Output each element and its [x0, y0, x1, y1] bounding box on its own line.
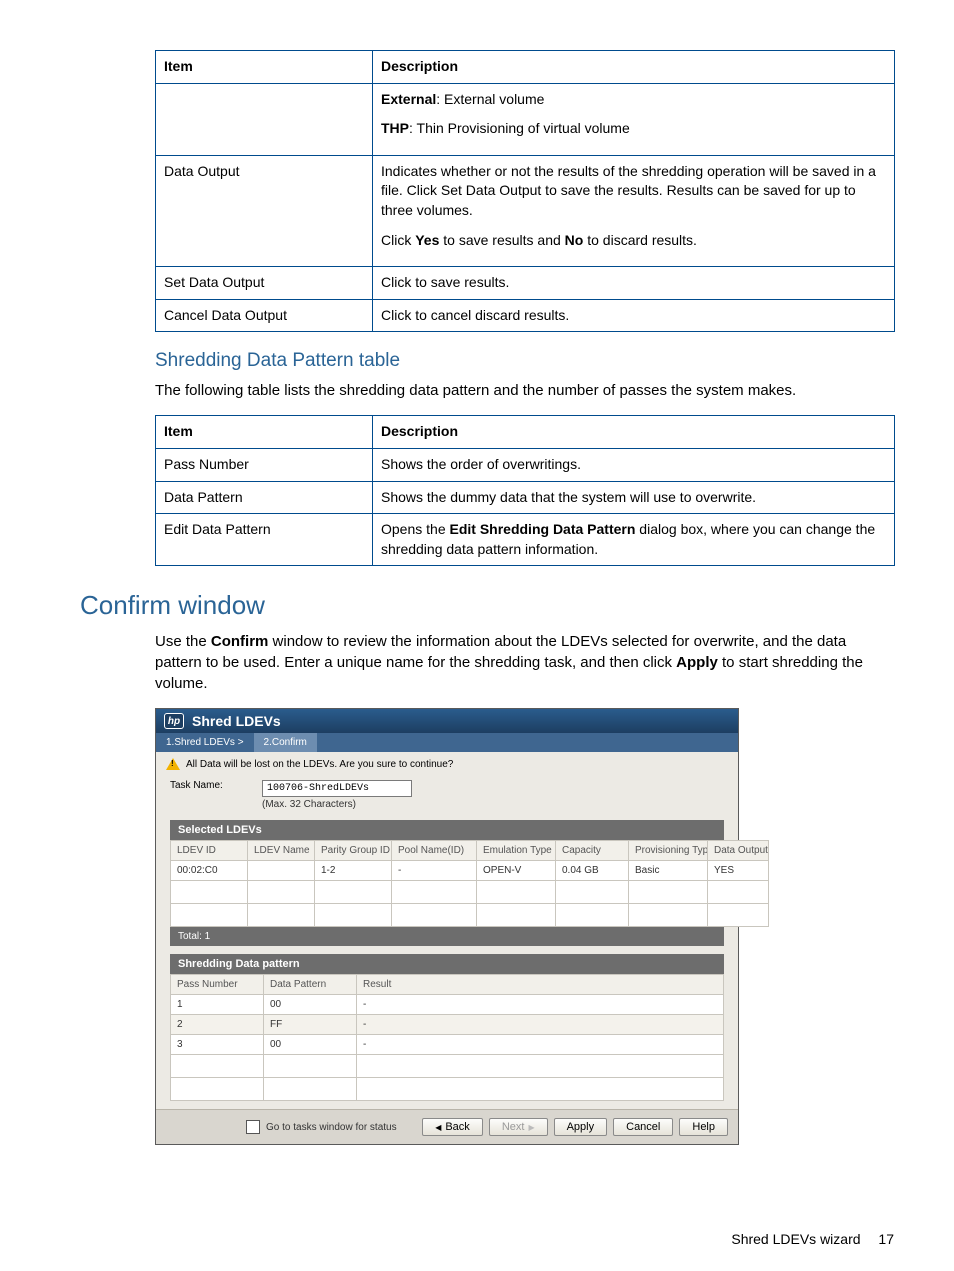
selected-ldevs-table: LDEV ID LDEV Name Parity Group ID Pool N…	[170, 840, 769, 927]
col-pool: Pool Name(ID)	[392, 841, 477, 861]
cell-desc: Opens the Edit Shredding Data Pattern di…	[373, 514, 895, 566]
col-pattern: Data Pattern	[264, 975, 357, 995]
table-row: Set Data Output Click to save results.	[156, 267, 895, 300]
selected-ldevs-header: Selected LDEVs	[170, 820, 724, 840]
item-description-table-2: Item Description Pass Number Shows the o…	[155, 415, 895, 566]
col-parity: Parity Group ID	[315, 841, 392, 861]
footer-text: Shred LDEVs wizard	[731, 1231, 860, 1247]
back-button[interactable]: Back	[422, 1118, 483, 1136]
page-footer: Shred LDEVs wizard 17	[731, 1231, 894, 1247]
cell-desc: Shows the dummy data that the system wil…	[373, 481, 895, 514]
table-row: Pass Number Shows the order of overwriti…	[156, 448, 895, 481]
cell-item: Pass Number	[156, 448, 373, 481]
table-header: Item	[156, 416, 373, 449]
table-header: Description	[373, 51, 895, 84]
table-row[interactable]: 3 00 -	[171, 1035, 724, 1055]
cell-item: Set Data Output	[156, 267, 373, 300]
table-row: External: External volume THP: Thin Prov…	[156, 83, 895, 155]
wizard-breadcrumb: 1.Shred LDEVs > 2.Confirm	[156, 733, 738, 752]
task-name-input[interactable]	[262, 780, 412, 797]
cell-item: Data Pattern	[156, 481, 373, 514]
wizard-step-1[interactable]: 1.Shred LDEVs >	[156, 733, 254, 752]
shredding-pattern-header: Shredding Data pattern	[170, 954, 724, 974]
shredding-pattern-heading: Shredding Data Pattern table	[155, 350, 894, 372]
table-row	[171, 1078, 724, 1101]
dialog-title: Shred LDEVs	[192, 713, 281, 729]
page-number: 17	[878, 1231, 894, 1247]
shredding-pattern-table: Pass Number Data Pattern Result 1 00 - 2…	[170, 974, 724, 1101]
col-emu: Emulation Type	[477, 841, 556, 861]
cell-desc: Shows the order of overwritings.	[373, 448, 895, 481]
help-button[interactable]: Help	[679, 1118, 728, 1136]
col-cap: Capacity	[556, 841, 629, 861]
cell-item: Edit Data Pattern	[156, 514, 373, 566]
cell-desc: Indicates whether or not the results of …	[373, 155, 895, 266]
dialog-titlebar: hp Shred LDEVs	[156, 709, 738, 733]
table-row	[171, 1055, 724, 1078]
cell-desc: Click to cancel discard results.	[373, 299, 895, 332]
shredding-pattern-intro: The following table lists the shredding …	[155, 380, 895, 401]
cell-desc: External: External volume THP: Thin Prov…	[373, 83, 895, 155]
col-result: Result	[357, 975, 724, 995]
warning-text: All Data will be lost on the LDEVs. Are …	[186, 759, 453, 770]
selected-ldevs-total: Total: 1	[170, 927, 724, 946]
table-row	[171, 881, 769, 904]
shred-ldevs-dialog: hp Shred LDEVs 1.Shred LDEVs > 2.Confirm…	[155, 708, 739, 1145]
task-name-label: Task Name:	[170, 780, 250, 791]
table-row: Data Pattern Shows the dummy data that t…	[156, 481, 895, 514]
item-description-table-1: Item Description External: External volu…	[155, 50, 895, 332]
table-row[interactable]: 2 FF -	[171, 1015, 724, 1035]
cell-item: Cancel Data Output	[156, 299, 373, 332]
warning-icon	[166, 758, 180, 770]
table-row: Cancel Data Output Click to cancel disca…	[156, 299, 895, 332]
table-header: Item	[156, 51, 373, 84]
cell-item: Data Output	[156, 155, 373, 266]
col-pass: Pass Number	[171, 975, 264, 995]
cancel-button[interactable]: Cancel	[613, 1118, 673, 1136]
col-out: Data Output	[708, 841, 769, 861]
table-row[interactable]: 1 00 -	[171, 995, 724, 1015]
warning-banner: All Data will be lost on the LDEVs. Are …	[156, 752, 738, 776]
col-ldev-name: LDEV Name	[248, 841, 315, 861]
apply-button[interactable]: Apply	[554, 1118, 608, 1136]
confirm-window-intro: Use the Confirm window to review the inf…	[155, 631, 895, 694]
dialog-footer: Go to tasks window for status Back Next …	[156, 1109, 738, 1144]
table-row: Data Output Indicates whether or not the…	[156, 155, 895, 266]
hp-logo-icon: hp	[164, 713, 184, 729]
wizard-step-2[interactable]: 2.Confirm	[254, 733, 317, 752]
table-row[interactable]: 00:02:C0 1-2 - OPEN-V 0.04 GB Basic YES	[171, 861, 769, 881]
cell-desc: Click to save results.	[373, 267, 895, 300]
task-name-hint: (Max. 32 Characters)	[262, 799, 412, 810]
confirm-window-heading: Confirm window	[80, 590, 894, 621]
table-row	[171, 904, 769, 927]
table-header: Description	[373, 416, 895, 449]
col-ldev-id: LDEV ID	[171, 841, 248, 861]
table-row: Edit Data Pattern Opens the Edit Shreddi…	[156, 514, 895, 566]
cell-item	[156, 83, 373, 155]
col-prov: Provisioning Type	[629, 841, 708, 861]
goto-tasks-label: Go to tasks window for status	[266, 1122, 397, 1133]
next-button: Next	[489, 1118, 548, 1136]
goto-tasks-checkbox[interactable]	[246, 1120, 260, 1134]
